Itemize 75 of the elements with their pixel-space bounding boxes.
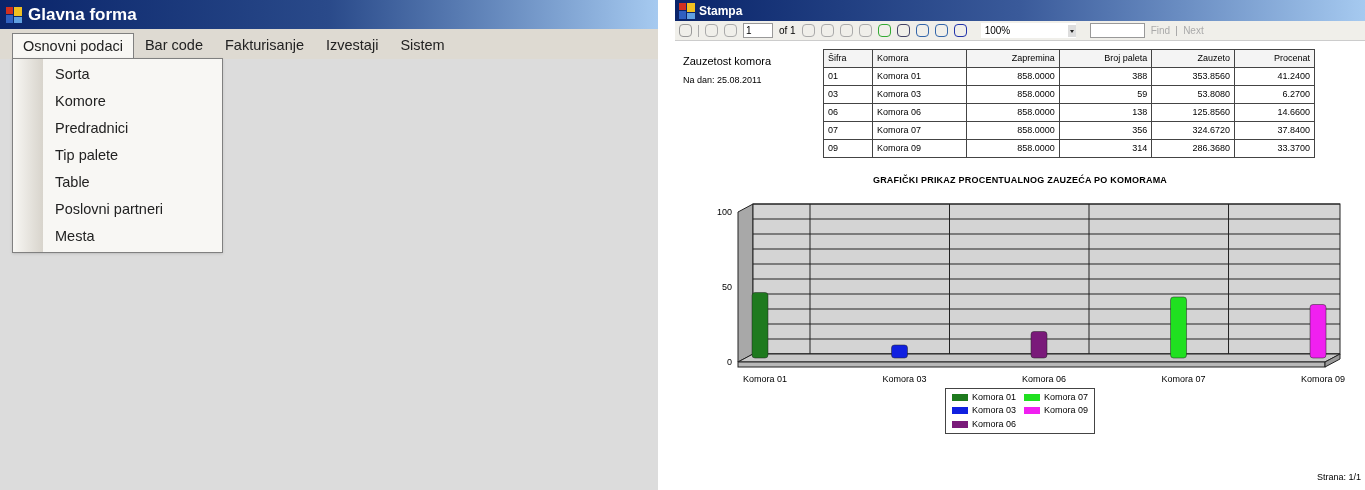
zoom-dropdown[interactable]: 100% bbox=[980, 23, 1076, 38]
dropdown-item[interactable]: Sorta bbox=[43, 61, 163, 88]
page-footer: Strana: 1/1 bbox=[1316, 470, 1361, 484]
x-axis-label: Komora 06 bbox=[1022, 373, 1067, 384]
legend-label: Komora 07 bbox=[1044, 390, 1089, 404]
table-cell: Komora 06 bbox=[872, 103, 967, 122]
legend-label: Komora 03 bbox=[971, 404, 1016, 417]
table-cell: 858.0000 bbox=[966, 103, 1060, 122]
page-count: of 1 bbox=[779, 24, 796, 38]
dropdown-item[interactable]: Tip palete bbox=[43, 142, 163, 169]
table-cell: 314 bbox=[1059, 139, 1152, 158]
table-cell: 09 bbox=[823, 139, 873, 158]
table-cell: 858.0000 bbox=[966, 67, 1060, 86]
column-header: Procenat bbox=[1234, 49, 1315, 68]
table-cell: 858.0000 bbox=[966, 121, 1060, 140]
report-date: Na dan: 25.08.2011 bbox=[683, 73, 763, 87]
column-header: Zauzeto bbox=[1151, 49, 1235, 68]
menu-item[interactable]: Fakturisanje bbox=[214, 33, 315, 59]
y-axis-label: 100 bbox=[716, 206, 732, 217]
table-cell: 858.0000 bbox=[966, 139, 1060, 158]
dropdown-item[interactable]: Mesta bbox=[43, 223, 163, 250]
column-header: Komora bbox=[872, 49, 967, 68]
table-cell: 138 bbox=[1059, 103, 1152, 122]
table-cell: 33.3700 bbox=[1234, 139, 1315, 158]
y-axis-label: 50 bbox=[722, 281, 732, 292]
chart-bar bbox=[891, 344, 908, 358]
dropdown-item[interactable]: Table bbox=[43, 169, 163, 196]
table-cell: 858.0000 bbox=[966, 85, 1060, 104]
table-cell: 37.8400 bbox=[1234, 121, 1315, 140]
table-cell: 01 bbox=[823, 67, 873, 86]
menu-item[interactable]: Izvestaji bbox=[315, 33, 390, 59]
chart-title: GRAFIČKI PRIKAZ PROCENTUALNOG ZAUZEĆA PO KOMORAMA bbox=[872, 174, 1168, 187]
report-title: Zauzetost komora bbox=[683, 54, 773, 69]
dropdown-item[interactable]: Poslovni partneri bbox=[43, 196, 163, 223]
table-cell: Komora 07 bbox=[872, 121, 967, 140]
table-cell: 59 bbox=[1059, 85, 1152, 104]
column-header: Zapremina bbox=[966, 49, 1060, 68]
app-icon bbox=[6, 6, 22, 23]
menu-item[interactable]: Osnovni podaci bbox=[12, 33, 134, 59]
caret-icon bbox=[1067, 24, 1076, 37]
table-cell: 388 bbox=[1059, 67, 1152, 86]
window-title: Glavna forma bbox=[28, 3, 137, 26]
window-title: Stampa bbox=[699, 2, 743, 20]
x-axis-label: Komora 01 bbox=[743, 373, 787, 384]
dropdown-item[interactable]: Predradnici bbox=[43, 115, 163, 142]
table-cell: 324.6720 bbox=[1151, 121, 1235, 140]
legend-label: Komora 06 bbox=[971, 417, 1016, 431]
page-field[interactable]: 1 bbox=[743, 23, 773, 38]
column-header: Broj paleta bbox=[1059, 49, 1152, 68]
table-cell: 41.2400 bbox=[1234, 67, 1315, 86]
legend-label: Komora 01 bbox=[971, 390, 1016, 404]
dropdown-item[interactable]: Komore bbox=[43, 88, 163, 115]
x-axis-label: Komora 09 bbox=[1301, 373, 1346, 384]
table-cell: 06 bbox=[823, 103, 873, 122]
y-axis-label: 0 bbox=[727, 356, 732, 367]
table-cell: 125.8560 bbox=[1151, 103, 1235, 122]
column-header: Šifra bbox=[823, 49, 873, 68]
table-cell: 07 bbox=[823, 121, 873, 140]
table-cell: 03 bbox=[823, 85, 873, 104]
table-cell: Komora 09 bbox=[872, 139, 967, 158]
menu-item[interactable]: Sistem bbox=[389, 33, 456, 59]
table-cell: 286.3680 bbox=[1151, 139, 1235, 158]
table-cell: 353.8560 bbox=[1151, 67, 1235, 86]
table-cell: 6.2700 bbox=[1234, 85, 1315, 104]
table-cell: Komora 03 bbox=[872, 85, 967, 104]
table-cell: 53.8080 bbox=[1151, 85, 1235, 104]
x-axis-label: Komora 03 bbox=[882, 373, 927, 384]
table-cell: 14.6600 bbox=[1234, 103, 1315, 122]
legend-label: Komora 09 bbox=[1044, 404, 1089, 417]
table-cell: Komora 01 bbox=[872, 67, 967, 86]
x-axis-label: Komora 07 bbox=[1161, 373, 1206, 384]
app-icon bbox=[679, 2, 695, 19]
table-cell: 356 bbox=[1059, 121, 1152, 140]
menu-item[interactable]: Bar code bbox=[133, 33, 214, 59]
find-field[interactable] bbox=[1089, 23, 1145, 38]
